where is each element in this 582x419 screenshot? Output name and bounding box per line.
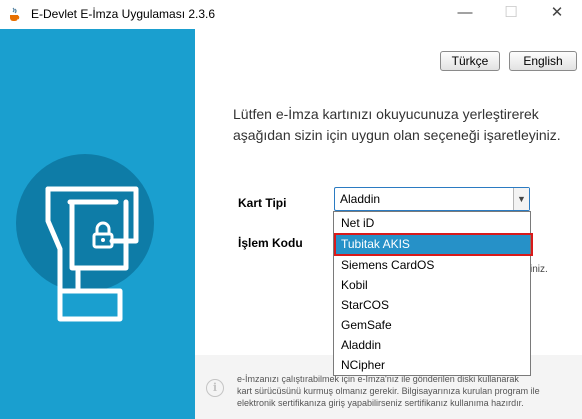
turkish-button[interactable]: Türkçe [440,51,500,71]
card-reader-icon [16,154,154,322]
card-type-select[interactable]: Aladdin ▼ [334,187,530,211]
card-type-value: Aladdin [340,192,381,206]
selection-highlight [334,233,533,256]
left-panel [0,29,195,419]
dropdown-option-gemsafe[interactable]: GemSafe [334,315,530,335]
instruction-text: Lütfen e-İmza kartınızı okuyucunuza yerl… [233,106,561,143]
partial-text: iniz. [530,264,548,275]
close-button[interactable]: ✕ [540,2,574,24]
dropdown-option-kobil[interactable]: Kobil [334,275,530,295]
english-button[interactable]: English [509,51,577,71]
chevron-down-icon[interactable]: ▼ [513,188,529,210]
dropdown-option-starcos[interactable]: StarCOS [334,295,530,315]
dropdown-option-net-id[interactable]: Net iD [334,213,530,233]
dropdown-option-aladdin[interactable]: Aladdin [334,335,530,355]
title-bar: E-Devlet E-İmza Uygulaması 2.3.6 — ☐ ✕ [0,0,582,29]
dropdown-option-ncipher[interactable]: NCipher [334,355,530,375]
info-line-2: kart sürücüsünü kurmuş olmanız gerekir. … [237,386,540,396]
dropdown-option-siemens-cardos[interactable]: Siemens CardOS [334,255,530,275]
info-line-3: elektronik sertifikanıza giriş yapabilir… [237,398,524,408]
window-title: E-Devlet E-İmza Uygulaması 2.3.6 [31,7,216,21]
transaction-code-label: İşlem Kodu [238,236,303,250]
minimize-button[interactable]: — [448,2,482,24]
info-icon: i [206,379,224,397]
card-type-label: Kart Tipi [238,196,287,210]
maximize-button[interactable]: ☐ [494,2,528,24]
java-cup-icon [10,7,20,21]
info-text: e-İmzanızı çalıştırabilmek için e-İmza'n… [237,373,582,409]
